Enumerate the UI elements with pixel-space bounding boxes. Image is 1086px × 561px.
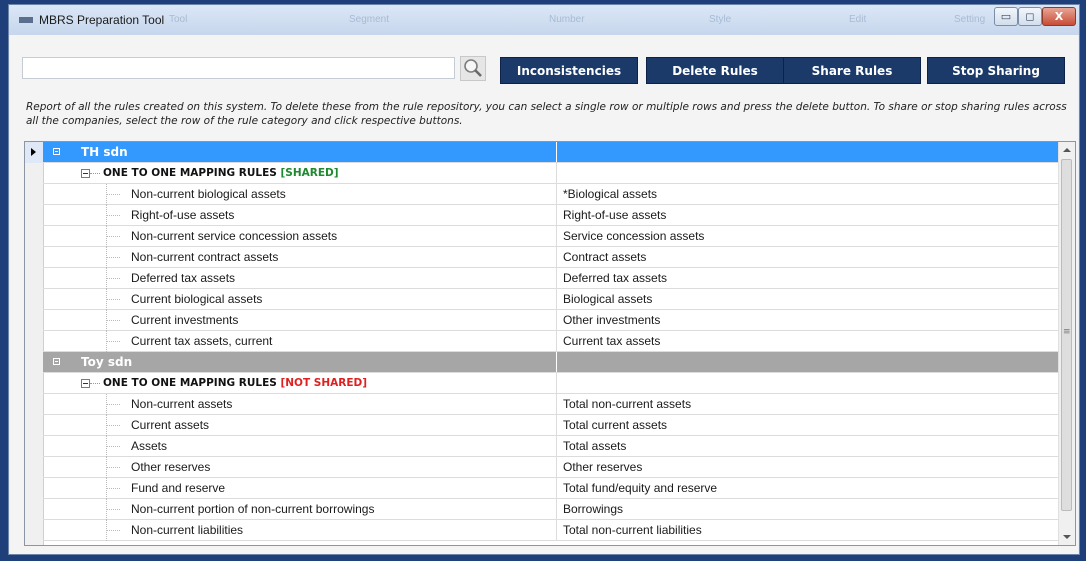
row-selector[interactable] — [25, 142, 43, 163]
title-bar[interactable]: MBRS Preparation Tool Tool Segment Numbe… — [9, 5, 1079, 35]
target-item: Service concession assets — [563, 229, 705, 243]
shared-tag: [SHARED] — [280, 167, 339, 179]
target-item: Total non-current assets — [563, 397, 692, 411]
source-item: Non-current biological assets — [131, 187, 286, 201]
app-window: MBRS Preparation Tool Tool Segment Numbe… — [8, 4, 1080, 555]
grip-icon: ≡ — [1063, 327, 1071, 337]
source-item: Non-current portion of non-current borro… — [131, 502, 375, 516]
collapse-icon[interactable] — [53, 148, 60, 155]
target-item: Other reserves — [563, 460, 643, 474]
client-area: Inconsistencies Delete Rules Share Rules… — [10, 35, 1078, 554]
table-row[interactable]: Current investments Other investments — [43, 310, 1061, 331]
table-row[interactable]: Deferred tax assets Deferred tax assets — [43, 268, 1061, 289]
ghost-tab-number: Number — [549, 14, 585, 25]
source-item: Non-current service concession assets — [131, 229, 338, 243]
current-row-arrow-icon — [31, 148, 36, 156]
collapse-icon[interactable] — [81, 379, 90, 388]
search-button[interactable] — [460, 56, 486, 81]
source-item: Current tax assets, current — [131, 334, 273, 348]
category-label: ONE TO ONE MAPPING RULES [NOT SHARED] — [103, 377, 368, 389]
company-row-th-sdn[interactable]: TH sdn — [43, 142, 1061, 163]
company-row-toy-sdn[interactable]: Toy sdn — [43, 352, 1061, 373]
source-item: Current biological assets — [131, 292, 263, 306]
table-row[interactable]: Non-current assets Total non-current asse… — [43, 394, 1061, 415]
source-item: Non-current assets — [131, 397, 233, 411]
table-row[interactable]: Other reserves Other reserves — [43, 457, 1061, 478]
description-text: Report of all the rules created on this … — [26, 101, 1067, 127]
window-title: MBRS Preparation Tool — [39, 13, 165, 27]
app-icon — [19, 17, 33, 23]
ghost-tab-style: Style — [709, 14, 732, 25]
target-item: Borrowings — [563, 502, 624, 516]
target-item: Deferred tax assets — [563, 271, 668, 285]
source-item: Current investments — [131, 313, 239, 327]
table-row[interactable]: Current assets Total current assets — [43, 415, 1061, 436]
company-name: Toy sdn — [81, 355, 133, 369]
table-row[interactable]: Non-current contract assets Contract asse… — [43, 247, 1061, 268]
table-row[interactable]: Current tax assets, current Current tax a… — [43, 331, 1061, 352]
target-item: Total non-current liabilities — [563, 523, 702, 537]
ghost-tab-edit: Edit — [849, 14, 867, 25]
source-item: Assets — [131, 439, 168, 453]
source-item: Deferred tax assets — [131, 271, 236, 285]
row-header-column — [25, 142, 44, 545]
search-input[interactable] — [22, 57, 455, 79]
target-item: Biological assets — [563, 292, 653, 306]
vertical-scrollbar[interactable]: ≡ — [1058, 142, 1075, 545]
ghost-tab-setting: Setting — [954, 14, 986, 25]
target-item: Other investments — [563, 313, 661, 327]
not-shared-tag: [NOT SHARED] — [280, 377, 368, 389]
source-item: Current assets — [131, 418, 210, 432]
table-row[interactable]: Fund and reserve Total fund/equity and re… — [43, 478, 1061, 499]
source-item: Fund and reserve — [131, 481, 226, 495]
collapse-icon[interactable] — [53, 358, 60, 365]
ghost-tab-tool: Tool — [169, 14, 188, 25]
magnifier-icon — [460, 56, 486, 81]
target-item: Total current assets — [563, 418, 668, 432]
target-item: *Biological assets — [563, 187, 658, 201]
minimize-button[interactable]: ▭ — [994, 7, 1018, 26]
table-row[interactable]: Assets Total assets — [43, 436, 1061, 457]
target-item: Current tax assets — [563, 334, 661, 348]
table-row[interactable]: Non-current service concession assets Ser… — [43, 226, 1061, 247]
table-row[interactable]: Non-current biological assets *Biological… — [43, 184, 1061, 205]
table-row[interactable]: Right-of-use assets Right-of-use assets — [43, 205, 1061, 226]
category-label: ONE TO ONE MAPPING RULES [SHARED] — [103, 167, 339, 179]
source-item: Non-current liabilities — [131, 523, 244, 537]
delete-rules-button[interactable]: Delete Rules — [646, 57, 784, 84]
close-button[interactable]: X — [1042, 7, 1076, 26]
category-row[interactable]: ONE TO ONE MAPPING RULES [NOT SHARED] — [43, 373, 1061, 394]
table-row[interactable]: Current biological assets Biological asse… — [43, 289, 1061, 310]
company-name: TH sdn — [81, 145, 128, 159]
table-row[interactable]: Non-current portion of non-current borro… — [43, 499, 1061, 520]
target-item: Total assets — [563, 439, 627, 453]
scroll-up-icon[interactable] — [1063, 148, 1071, 152]
target-item: Right-of-use assets — [563, 208, 667, 222]
rules-grid[interactable]: TH sdn ONE TO ONE MAPPING RULES [SHARED]… — [24, 141, 1076, 546]
source-item: Right-of-use assets — [131, 208, 235, 222]
scroll-down-icon[interactable] — [1063, 535, 1071, 539]
source-item: Non-current contract assets — [131, 250, 279, 264]
target-item: Total fund/equity and reserve — [563, 481, 718, 495]
share-rules-button[interactable]: Share Rules — [783, 57, 921, 84]
source-item: Other reserves — [131, 460, 211, 474]
collapse-icon[interactable] — [81, 169, 90, 178]
ghost-tab-segment: Segment — [349, 14, 390, 25]
table-row[interactable]: Non-current liabilities Total non-current… — [43, 520, 1061, 541]
category-row[interactable]: ONE TO ONE MAPPING RULES [SHARED] — [43, 163, 1061, 184]
maximize-button[interactable]: ◻ — [1018, 7, 1042, 26]
inconsistencies-button[interactable]: Inconsistencies — [500, 57, 638, 84]
target-item: Contract assets — [563, 250, 647, 264]
stop-sharing-button[interactable]: Stop Sharing — [927, 57, 1065, 84]
